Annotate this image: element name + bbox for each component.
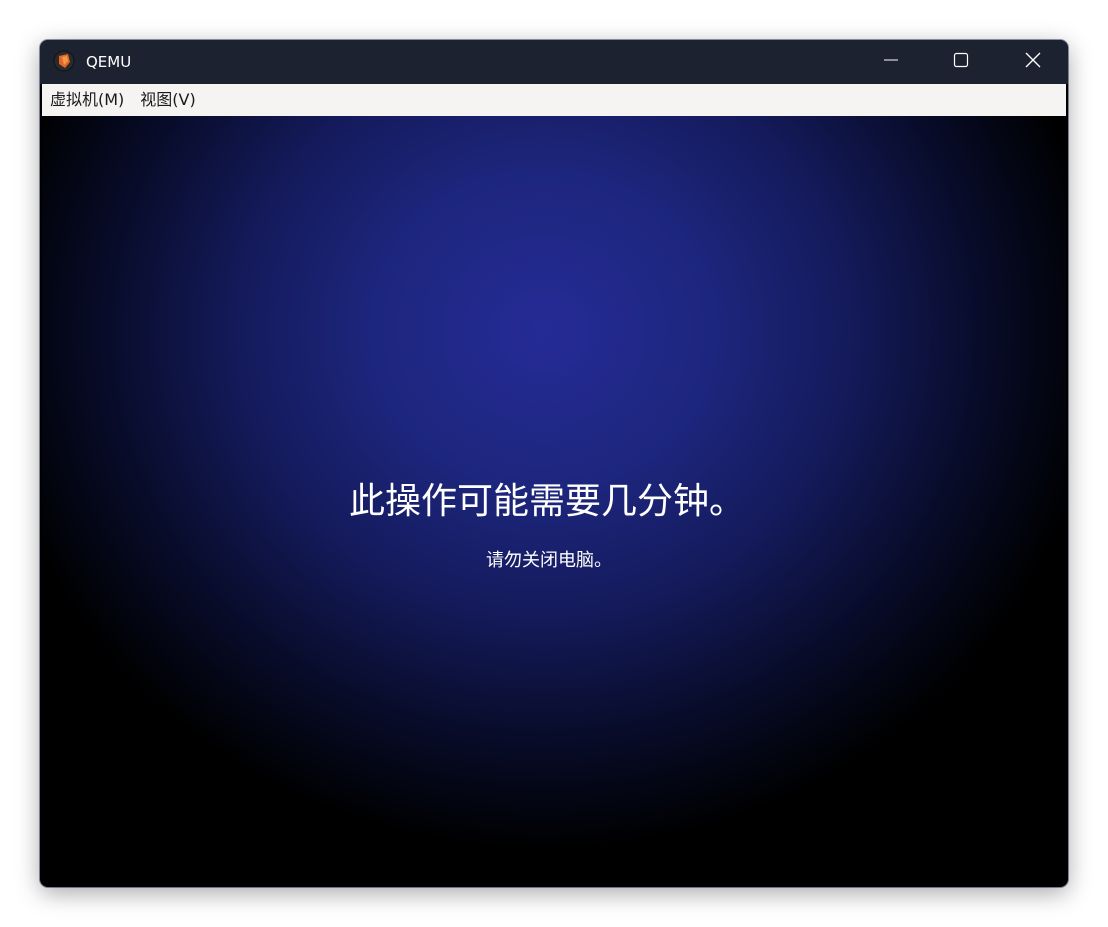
qemu-app-icon — [53, 50, 75, 72]
menu-machine[interactable]: 虚拟机(M) — [42, 84, 132, 116]
maximize-button[interactable] — [926, 40, 996, 84]
menu-bar: 虚拟机(M) 视图(V) — [42, 84, 1066, 116]
setup-headline: 此操作可能需要几分钟。 — [348, 481, 745, 522]
maximize-icon — [953, 52, 969, 72]
window-title: QEMU — [86, 53, 132, 71]
vm-display[interactable]: 此操作可能需要几分钟。 请勿关闭电脑。 — [42, 116, 1066, 884]
title-bar[interactable]: QEMU — [40, 40, 1068, 84]
qemu-window: QEMU 虚拟机(M) 视图(V) 此操作可能需要几分钟。 请勿关闭电脑。 — [40, 40, 1068, 887]
close-icon — [1025, 52, 1041, 72]
menu-view[interactable]: 视图(V) — [132, 84, 203, 116]
minimize-icon — [883, 52, 899, 72]
minimize-button[interactable] — [856, 40, 926, 84]
close-button[interactable] — [998, 40, 1068, 84]
setup-subline: 请勿关闭电脑。 — [486, 550, 612, 571]
